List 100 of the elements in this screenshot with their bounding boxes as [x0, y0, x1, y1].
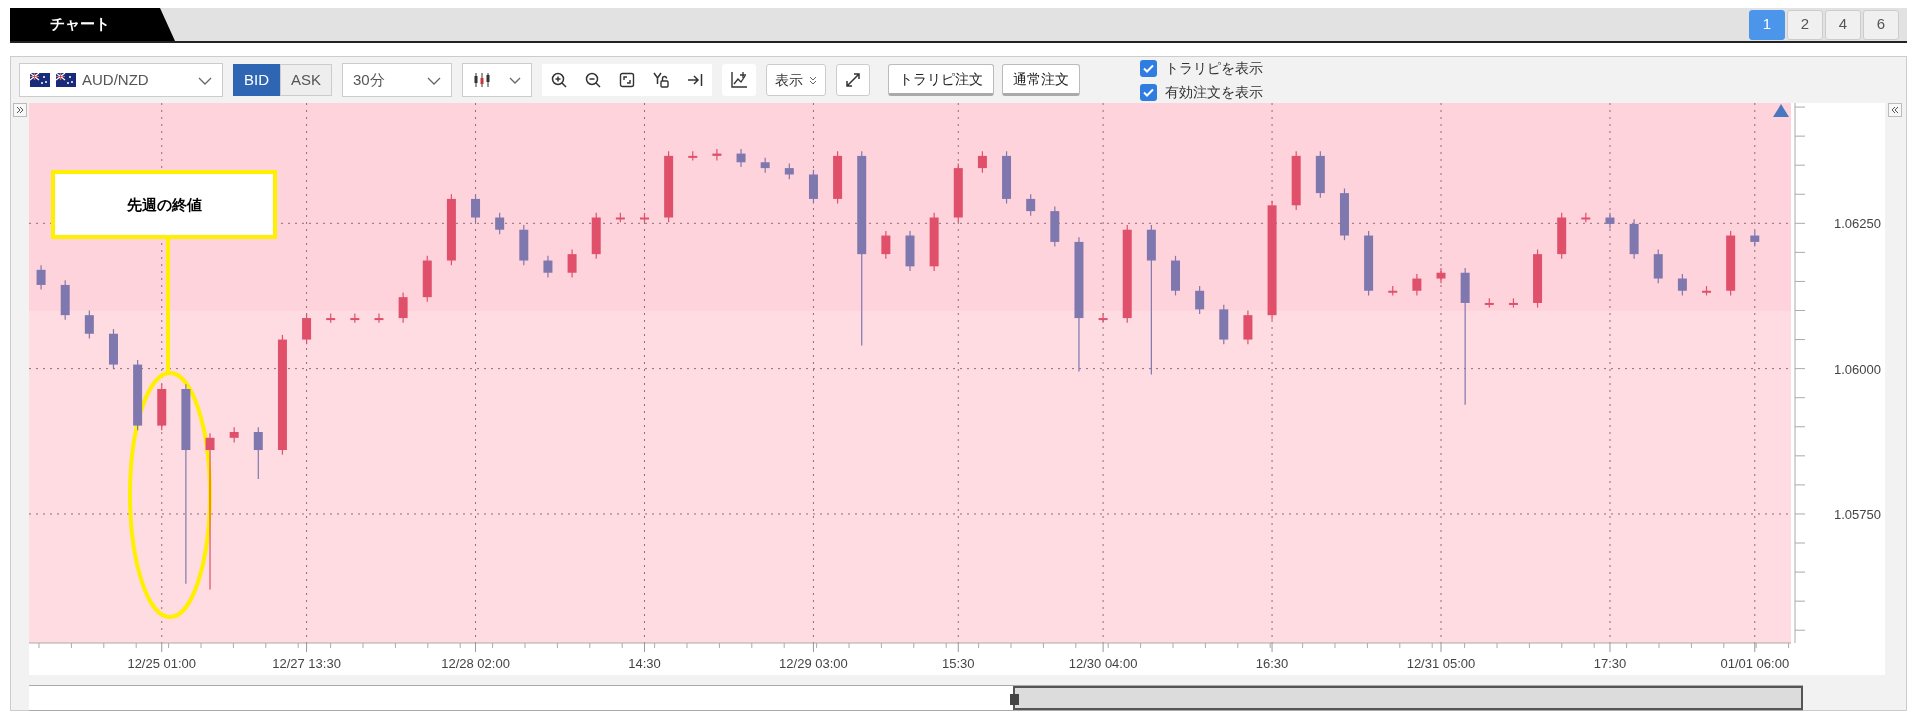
fit-screen-icon[interactable]	[619, 72, 636, 88]
x-axis-label: 12/25 01:00	[127, 656, 197, 671]
chart-tab[interactable]: チャート	[10, 8, 175, 41]
candlestick	[1050, 205, 1060, 248]
layout-button[interactable]: 4	[1825, 9, 1861, 40]
candlestick	[640, 212, 649, 223]
candlestick	[253, 426, 263, 480]
y-axis-label: 1.05750	[1834, 506, 1881, 522]
collapse-right-button[interactable]	[1888, 103, 1902, 117]
candlestick	[833, 150, 843, 205]
x-axis-label: 17:30	[1593, 656, 1627, 671]
y-axis-label: 1.06250	[1834, 216, 1881, 232]
candlestick	[1436, 267, 1446, 284]
range-selection[interactable]	[1013, 686, 1803, 710]
display-menu-button[interactable]: 表示	[766, 64, 827, 96]
checkbox-label: トラリピを表示	[1165, 58, 1264, 78]
expand-left-button[interactable]	[13, 103, 27, 117]
candlestick	[302, 312, 312, 345]
candlestick	[760, 157, 770, 174]
x-axis-label: 12/31 05:00	[1406, 656, 1476, 671]
layout-button[interactable]: 2	[1787, 9, 1823, 40]
candlestick	[374, 312, 384, 324]
candlestick	[1508, 297, 1518, 309]
order-button[interactable]: 通常注文	[1002, 64, 1081, 96]
candlestick	[1388, 285, 1398, 296]
candlestick	[109, 328, 118, 370]
candlestick	[1315, 150, 1325, 199]
chevron-down-icon	[427, 76, 442, 85]
candlestick	[1412, 273, 1422, 296]
candlestick	[519, 224, 529, 266]
timeframe-dropdown[interactable]: 30分	[342, 63, 453, 97]
candlestick	[1291, 150, 1301, 211]
candlestick	[36, 264, 46, 291]
candlestick	[953, 162, 963, 223]
candlestick	[1557, 212, 1567, 260]
x-axis-label: 14:30	[628, 656, 661, 671]
candlestick	[591, 212, 601, 260]
checkbox[interactable]	[1140, 59, 1158, 77]
checkbox-label: 有効注文を表示	[1165, 82, 1264, 102]
candlestick	[688, 150, 698, 162]
x-axis-label: 12/27 13:30	[272, 656, 341, 671]
candlestick	[1219, 304, 1229, 345]
flag-icon	[56, 73, 76, 87]
candlestick	[615, 212, 625, 223]
candlestick	[1171, 255, 1180, 296]
candlestick	[422, 255, 432, 303]
candlestick	[326, 312, 336, 324]
candlestick	[1339, 187, 1349, 241]
candlestick	[1026, 193, 1036, 217]
candlestick	[229, 426, 239, 444]
candlestick	[1195, 285, 1205, 315]
y-axis-label: 1.06000	[1834, 361, 1881, 377]
zoom-out-icon[interactable]	[585, 72, 602, 88]
candlestick	[495, 212, 505, 235]
candlestick	[133, 359, 143, 431]
checkmark-icon	[1143, 63, 1155, 73]
chevron-down-icon	[509, 77, 522, 85]
candlestick	[1533, 248, 1543, 309]
range-navigator[interactable]	[29, 685, 1803, 711]
jump-to-end-icon[interactable]	[687, 72, 704, 88]
candlestick	[1002, 150, 1012, 205]
zoom-in-icon[interactable]	[551, 72, 568, 88]
candlestick	[84, 309, 94, 339]
candlestick	[929, 212, 939, 272]
double-chevron-icon	[16, 106, 24, 115]
double-chevron-icon	[809, 75, 818, 85]
axis-lock-icon[interactable]	[653, 72, 670, 88]
chevron-down-icon	[198, 76, 212, 85]
price-type-button[interactable]: ASK	[280, 64, 333, 96]
expand-icon[interactable]	[845, 72, 862, 88]
currency-pair-dropdown[interactable]: AUD/NZD	[19, 63, 223, 97]
candlestick	[1605, 212, 1615, 230]
callout-label: 先週の終値	[126, 196, 202, 213]
x-axis-label: 01/01 06:00	[1720, 656, 1790, 671]
candlestick	[471, 193, 481, 223]
double-chevron-icon	[1891, 106, 1899, 115]
candlestick	[1677, 273, 1687, 296]
candlestick	[905, 230, 915, 272]
x-axis-label: 15:30	[942, 656, 975, 671]
x-axis-label: 16:30	[1255, 656, 1289, 671]
x-axis-label: 12/30 04:00	[1068, 656, 1138, 671]
checkbox[interactable]	[1140, 83, 1158, 101]
candlestick	[1098, 312, 1108, 324]
order-button[interactable]: トラリピ注文	[888, 64, 995, 96]
candlestick	[1629, 218, 1639, 260]
slider-handle[interactable]	[1010, 694, 1019, 705]
candlestick	[1726, 230, 1736, 296]
candlestick	[977, 150, 987, 174]
checkmark-icon	[1143, 87, 1155, 97]
x-axis-label: 12/29 03:00	[779, 656, 848, 671]
indicator-chart-icon[interactable]	[730, 71, 749, 89]
candlestick	[1581, 212, 1591, 223]
candlestick	[543, 255, 553, 278]
candlestick	[398, 291, 408, 324]
candlestick	[1484, 297, 1494, 309]
x-axis-label: 12/28 02:00	[441, 656, 510, 671]
chart-type-dropdown[interactable]	[462, 63, 533, 97]
price-type-button[interactable]: BID	[233, 64, 280, 96]
layout-button[interactable]: 6	[1863, 9, 1899, 40]
up-triangle-icon	[1773, 104, 1789, 117]
